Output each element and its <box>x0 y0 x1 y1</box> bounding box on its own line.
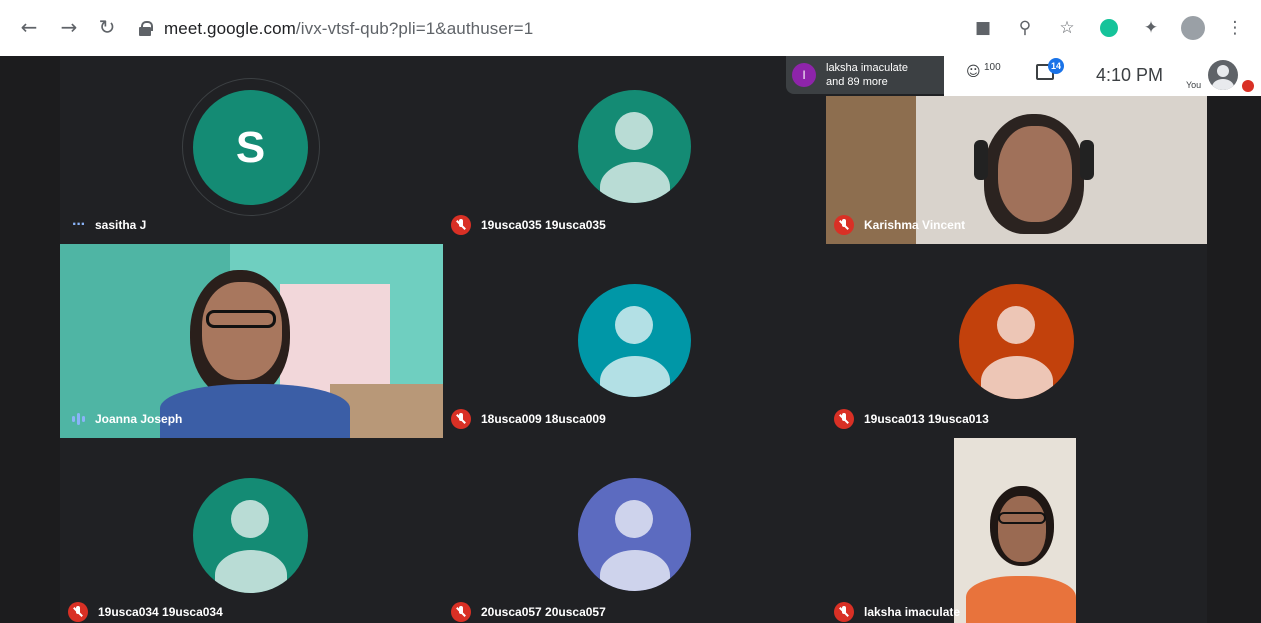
participant-tile[interactable]: 19usca034 19usca034 <box>60 438 443 623</box>
participant-name: Joanna Joseph <box>95 412 183 426</box>
participant-tile[interactable]: 20usca057 20usca057 <box>443 438 826 623</box>
presentation-info[interactable]: I laksha imaculate and 89 more <box>786 56 944 94</box>
participant-tile[interactable]: 19usca013 19usca013 <box>826 244 1207 438</box>
mic-off-icon <box>451 409 471 429</box>
address-bar[interactable]: meet.google.com/ivx-vtsf-qub?pli=1&authu… <box>138 16 533 42</box>
you-label: You <box>1186 80 1202 90</box>
video-face <box>998 126 1072 222</box>
video-face <box>998 496 1046 562</box>
profile-icon[interactable] <box>1181 16 1205 40</box>
speaking-indicator-icon <box>72 413 85 425</box>
participant-name-row: 19usca034 19usca034 <box>68 601 223 623</box>
avatar-head <box>997 306 1035 344</box>
browser-actions: ■ ⚲ ☆ ✦ ⋮ <box>971 14 1247 42</box>
participant-name-row: 19usca013 19usca013 <box>834 408 989 430</box>
self-mic-off-icon <box>1242 80 1254 92</box>
person-avatar-icon <box>578 90 691 203</box>
participant-name: sasitha J <box>94 218 147 232</box>
person-avatar-icon <box>193 478 308 593</box>
menu-icon[interactable]: ⋮ <box>1223 16 1247 40</box>
participant-name-row: Karishma Vincent <box>834 214 965 236</box>
meeting-clock: 4:10 PM <box>1096 65 1164 85</box>
participant-video-tile[interactable]: Joanna Joseph <box>60 244 443 438</box>
url-path: /ivx-vtsf-qub?pli=1&authuser=1 <box>295 19 534 38</box>
headphone-left <box>974 140 988 180</box>
lock-icon <box>138 21 153 37</box>
mic-off-icon <box>451 602 471 622</box>
people-icon[interactable]: ☺ <box>966 64 981 80</box>
url-host: meet.google.com <box>164 19 296 38</box>
reload-icon[interactable]: ↻ <box>94 14 120 40</box>
participant-name: laksha imaculate <box>864 605 961 619</box>
grammarly-icon[interactable] <box>1097 16 1121 40</box>
presenter-line2: and 89 more <box>826 76 888 88</box>
video-glasses <box>998 512 1046 524</box>
participant-tile[interactable]: S ··· sasitha J <box>60 56 443 244</box>
presenter-avatar: I <box>792 63 816 87</box>
extensions-icon[interactable]: ✦ <box>1139 16 1163 40</box>
video-glasses <box>206 310 276 328</box>
participant-name: Karishma Vincent <box>864 218 966 232</box>
presenter-text: laksha imaculate and 89 more <box>826 61 908 89</box>
video-shirt <box>160 384 350 438</box>
person-avatar-icon <box>959 284 1074 399</box>
mic-off-icon <box>834 215 854 235</box>
participant-name-row: 18usca009 18usca009 <box>451 408 606 430</box>
mic-off-icon <box>834 409 854 429</box>
back-arrow-icon[interactable]: ← <box>16 14 42 40</box>
avatar-head <box>615 500 653 538</box>
video-curtain <box>280 284 390 394</box>
avatar-head <box>615 306 653 344</box>
self-avatar[interactable] <box>1208 60 1238 90</box>
participant-name-row: laksha imaculate <box>834 601 960 623</box>
video-shirt <box>966 576 1076 623</box>
mic-off-icon <box>834 602 854 622</box>
participant-video-tile[interactable]: Karishma Vincent <box>826 96 1207 244</box>
star-icon[interactable]: ☆ <box>1055 16 1079 40</box>
video-face <box>202 282 282 380</box>
avatar-body <box>215 550 287 593</box>
participant-name-row: 20usca057 20usca057 <box>451 601 606 623</box>
avatar-letter: S <box>235 122 266 172</box>
mic-off-icon <box>451 215 471 235</box>
stage-margin-right <box>1207 56 1261 623</box>
participant-name-row: ··· sasitha J <box>72 214 146 236</box>
headphone-right <box>1080 140 1094 180</box>
meeting-top-bar: ☺ 100 14 4:10 PM You <box>944 56 1261 96</box>
avatar-body <box>600 356 670 397</box>
forward-arrow-icon[interactable]: → <box>56 14 82 40</box>
person-avatar-icon <box>578 284 691 397</box>
participant-name: 19usca035 19usca035 <box>481 218 606 232</box>
stage-margin-left <box>0 56 60 623</box>
browser-toolbar: ← → ↻ meet.google.com/ivx-vtsf-qub?pli=1… <box>0 0 1261 56</box>
participant-video-tile[interactable]: laksha imaculate <box>826 438 1207 623</box>
avatar-body <box>600 550 670 591</box>
participant-name-row: Joanna Joseph <box>72 408 182 430</box>
participant-name: 19usca013 19usca013 <box>864 412 989 426</box>
chat-badge: 14 <box>1048 58 1064 74</box>
participant-name: 18usca009 18usca009 <box>481 412 606 426</box>
participant-name-row: 19usca035 19usca035 <box>451 214 606 236</box>
avatar-head <box>231 500 269 538</box>
participant-tile[interactable]: 19usca035 19usca035 <box>443 56 826 244</box>
participant-name: 19usca034 19usca034 <box>98 605 223 619</box>
participant-tile[interactable]: 18usca009 18usca009 <box>443 244 826 438</box>
avatar-body <box>981 356 1053 399</box>
participant-name: 20usca057 20usca057 <box>481 605 606 619</box>
camera-icon[interactable]: ■ <box>971 16 995 40</box>
mic-off-icon <box>68 602 88 622</box>
avatar-body <box>600 162 670 203</box>
person-avatar-icon <box>578 478 691 591</box>
more-dots-icon: ··· <box>72 216 86 233</box>
presenter-line1: laksha imaculate <box>826 62 908 74</box>
participant-avatar: S <box>193 90 308 205</box>
people-count: 100 <box>984 62 1001 73</box>
url-text: meet.google.com/ivx-vtsf-qub?pli=1&authu… <box>164 19 533 39</box>
avatar-head <box>615 112 653 150</box>
zoom-icon[interactable]: ⚲ <box>1013 16 1037 40</box>
